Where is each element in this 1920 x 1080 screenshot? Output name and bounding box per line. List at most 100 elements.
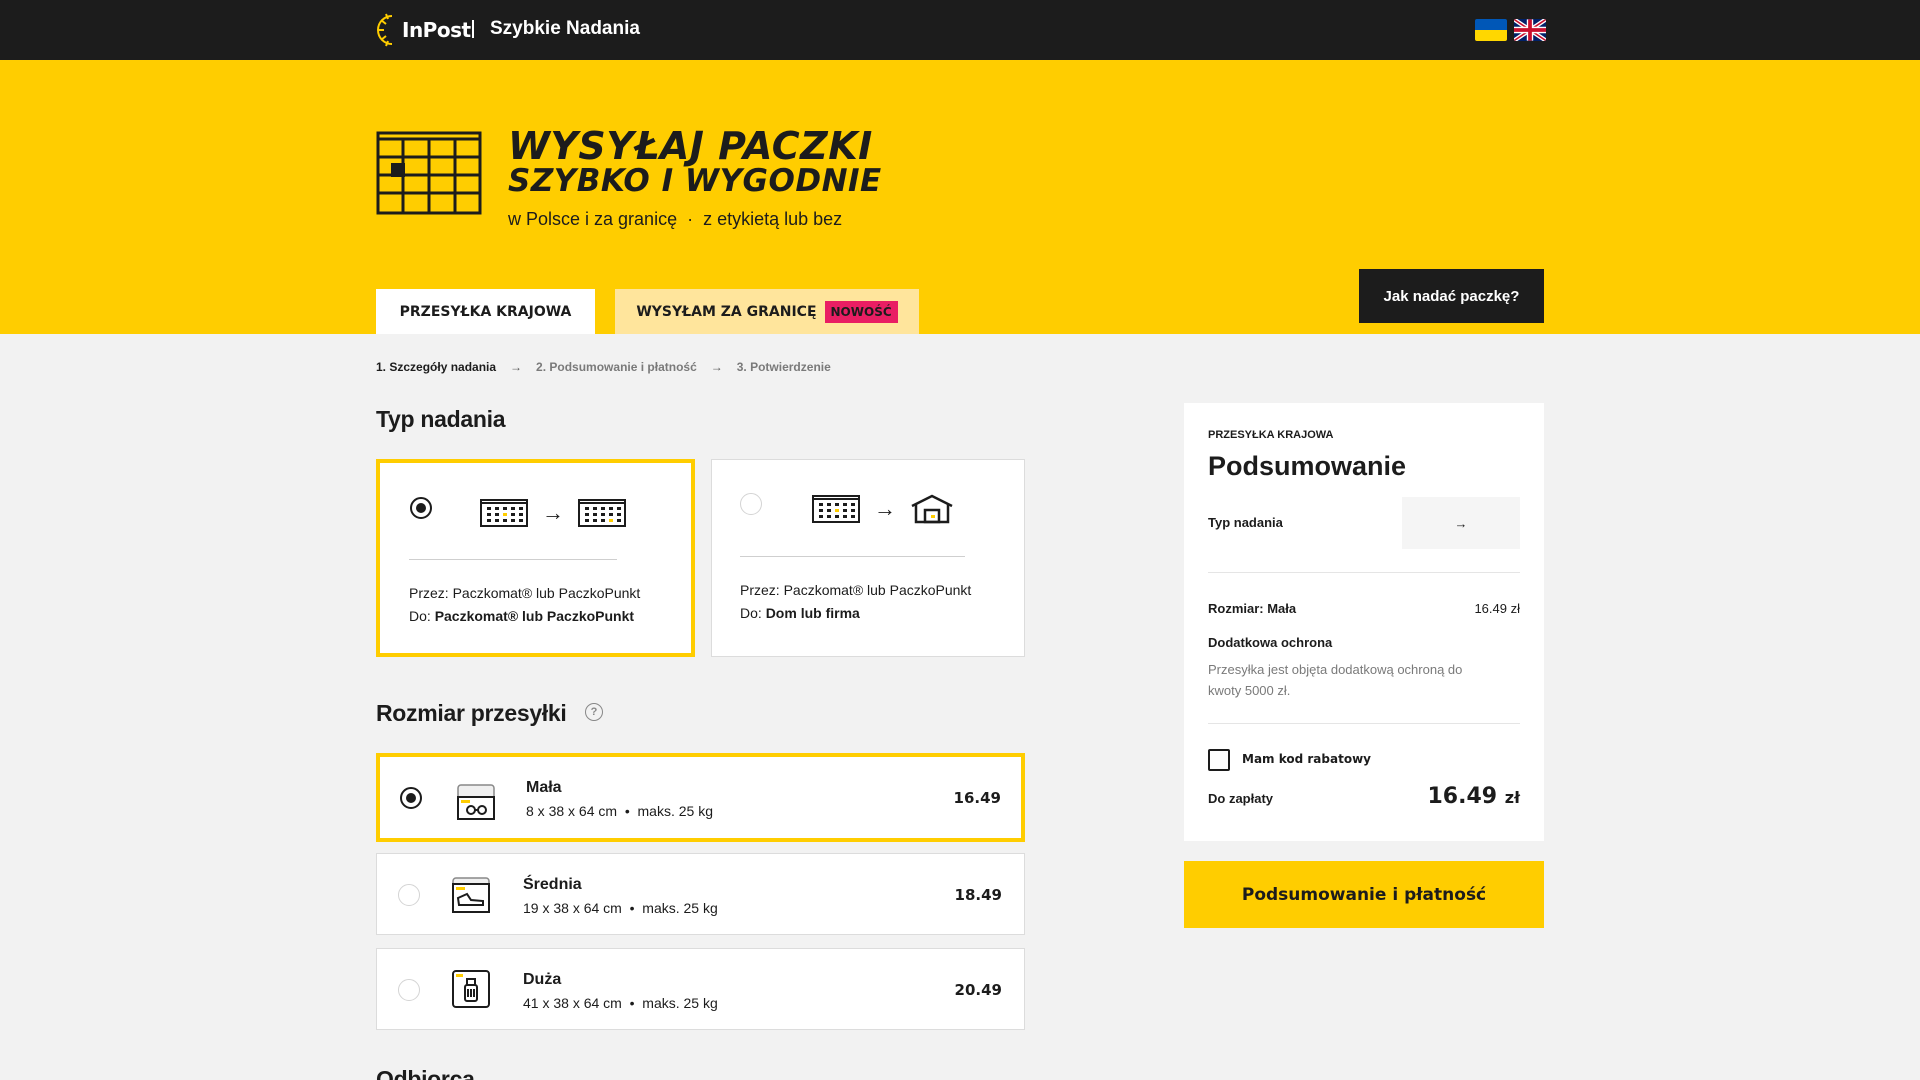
from-label: Przez:	[740, 582, 780, 598]
inpost-logo[interactable]: InPost	[376, 12, 471, 48]
delivery-type-description: Przez: Paczkomat® lub PaczkoPunkt Do: Do…	[740, 579, 971, 625]
hero-banner	[0, 60, 1920, 334]
parcel-locker-icon	[376, 131, 482, 215]
size-sep: •	[624, 803, 630, 819]
size-dims-value: 8 x 38 x 64 cm	[526, 803, 618, 819]
delivery-type-locker-to-locker[interactable]: → Przez: Paczkomat® lub PaczkoPunkt Do: …	[376, 459, 695, 657]
breadcrumb: 1. Szczegóły nadania → 2. Podsumowanie i…	[376, 360, 831, 374]
summary-divider	[1208, 723, 1520, 724]
house-icon	[911, 494, 953, 524]
size-price: 18.49	[954, 886, 1002, 904]
summary-divider	[1208, 572, 1520, 573]
summary-protection-description: Przesyłka jest objęta dodatkową ochroną …	[1208, 662, 1463, 698]
hero-title-line2: SZYBKO I WYGODNIE	[508, 163, 882, 199]
summary-protection-title: Dodatkowa ochrona	[1208, 635, 1333, 650]
summary-size: Rozmiar: Mała	[1208, 601, 1297, 616]
to-value: Paczkomat® lub PaczkoPunkt	[434, 608, 635, 624]
hero-subtitle-part1: w Polsce i za granicę	[508, 209, 678, 229]
delivery-type-radio[interactable]	[410, 497, 432, 519]
hero-subtitle-separator: ·	[687, 209, 694, 229]
size-name: Mała	[526, 779, 562, 796]
summary-kicker: PRZESYŁKA KRAJOWA	[1208, 429, 1334, 441]
step-confirmation: 3. Potwierdzenie	[736, 360, 831, 374]
card-divider	[740, 556, 965, 557]
size-option-medium[interactable]: Średnia 19 x 38 x 64 cm • maks. 25 kg 18…	[376, 853, 1025, 935]
delivery-type-description: Przez: Paczkomat® lub PaczkoPunkt Do: Pa…	[409, 582, 640, 628]
summary-and-payment-button[interactable]: Podsumowanie i płatność	[1184, 861, 1544, 928]
parcel-locker-icon	[480, 499, 528, 527]
total-amount: 16.49 zł	[1427, 784, 1520, 809]
large-parcel-icon	[452, 970, 490, 1008]
arrow-right-icon: →	[874, 496, 896, 521]
size-dims-value: 19 x 38 x 64 cm	[523, 900, 622, 916]
delivery-type-locker-to-home[interactable]: → Przez: Paczkomat® lub PaczkoPunkt Do: …	[711, 459, 1025, 657]
total-value: 16.49	[1427, 784, 1498, 809]
tab-abroad[interactable]: WYSYŁAM ZA GRANICĘ NOWOŚĆ	[615, 289, 919, 334]
sun-icon	[377, 13, 393, 47]
parcel-size-heading: Rozmiar przesyłki	[376, 700, 567, 726]
hero-title: WYSYŁAJ PACZKI SZYBKO I WYGODNIE	[508, 124, 882, 199]
step-details: 1. Szczegóły nadania	[376, 360, 497, 374]
tab-domestic-label: PRZESYŁKA KRAJOWA	[399, 303, 572, 320]
recipient-heading: Odbiorca	[376, 1066, 475, 1080]
step-arrow-icon: →	[710, 360, 723, 374]
logo-text: InPost	[402, 18, 471, 42]
tab-abroad-label: WYSYŁAM ZA GRANICĘ	[636, 303, 817, 320]
summary-type-label: Typ nadania	[1208, 515, 1283, 530]
size-dims-value: 41 x 38 x 64 cm	[523, 995, 622, 1011]
size-sep: •	[629, 995, 635, 1011]
app-name: Szybkie Nadania	[490, 18, 640, 39]
size-dimensions: 19 x 38 x 64 cm • maks. 25 kg	[523, 900, 718, 916]
parcel-locker-icon	[812, 495, 860, 523]
size-weight: maks. 25 kg	[637, 803, 713, 819]
size-dimensions: 8 x 38 x 64 cm • maks. 25 kg	[526, 803, 713, 819]
hero-title-line1: WYSYŁAJ PACZKI	[508, 124, 873, 168]
card-divider	[409, 559, 617, 560]
tab-domestic[interactable]: PRZESYŁKA KRAJOWA	[376, 289, 595, 334]
size-dimensions: 41 x 38 x 64 cm • maks. 25 kg	[523, 995, 718, 1011]
size-radio[interactable]	[400, 787, 422, 809]
total-label: Do zapłaty	[1208, 791, 1274, 806]
size-radio[interactable]	[398, 979, 420, 1001]
size-sep: •	[629, 900, 635, 916]
total-currency: zł	[1504, 788, 1520, 807]
size-name: Duża	[523, 971, 562, 988]
size-price: 16.49	[953, 789, 1001, 807]
to-label: Do:	[740, 605, 762, 621]
step-arrow-icon: →	[510, 360, 523, 374]
size-option-large[interactable]: Duża 41 x 38 x 64 cm • maks. 25 kg 20.49	[376, 948, 1025, 1030]
from-value: Paczkomat® lub PaczkoPunkt	[452, 585, 641, 601]
new-badge: NOWOŚĆ	[824, 300, 898, 323]
arrow-right-icon: →	[542, 500, 564, 525]
hero-subtitle: w Polsce i za granicę · z etykietą lub bez	[508, 209, 842, 230]
parcel-locker-icon	[578, 499, 626, 527]
size-radio[interactable]	[398, 884, 420, 906]
discount-code-checkbox[interactable]	[1208, 749, 1230, 771]
to-value: Dom lub firma	[765, 605, 860, 621]
top-bar: InPost Szybkie Nadania	[0, 0, 1920, 60]
delivery-type-heading: Typ nadania	[376, 406, 506, 432]
from-value: Paczkomat® lub PaczkoPunkt	[783, 582, 972, 598]
discount-code-label[interactable]: Mam kod rabatowy	[1242, 752, 1371, 766]
size-name: Średnia	[523, 876, 582, 893]
delivery-type-radio[interactable]	[740, 493, 762, 515]
header-divider	[472, 20, 474, 38]
how-to-send-button[interactable]: Jak nadać paczkę?	[1359, 269, 1544, 323]
summary-title: Podsumowanie	[1208, 451, 1407, 481]
from-label: Przez:	[409, 585, 449, 601]
english-flag-icon[interactable]	[1514, 19, 1546, 41]
size-price: 20.49	[954, 981, 1002, 999]
summary-panel: PRZESYŁKA KRAJOWA Podsumowanie Typ nadan…	[1184, 403, 1544, 841]
size-weight: maks. 25 kg	[642, 900, 718, 916]
help-icon[interactable]: ?	[585, 703, 603, 721]
step-payment: 2. Podsumowanie i płatność	[536, 360, 697, 374]
hero-subtitle-part2: z etykietą lub bez	[703, 209, 843, 229]
size-option-small[interactable]: Mała 8 x 38 x 64 cm • maks. 25 kg 16.49	[376, 753, 1025, 842]
summary-type-value: →	[1402, 497, 1520, 549]
ukrainian-flag-icon[interactable]	[1475, 19, 1507, 41]
delivery-type-icons: →	[812, 494, 954, 524]
summary-size-price: 16.49 zł	[1474, 601, 1520, 616]
delivery-type-icons: →	[480, 499, 626, 527]
medium-parcel-icon	[452, 877, 490, 913]
size-weight: maks. 25 kg	[642, 995, 718, 1011]
